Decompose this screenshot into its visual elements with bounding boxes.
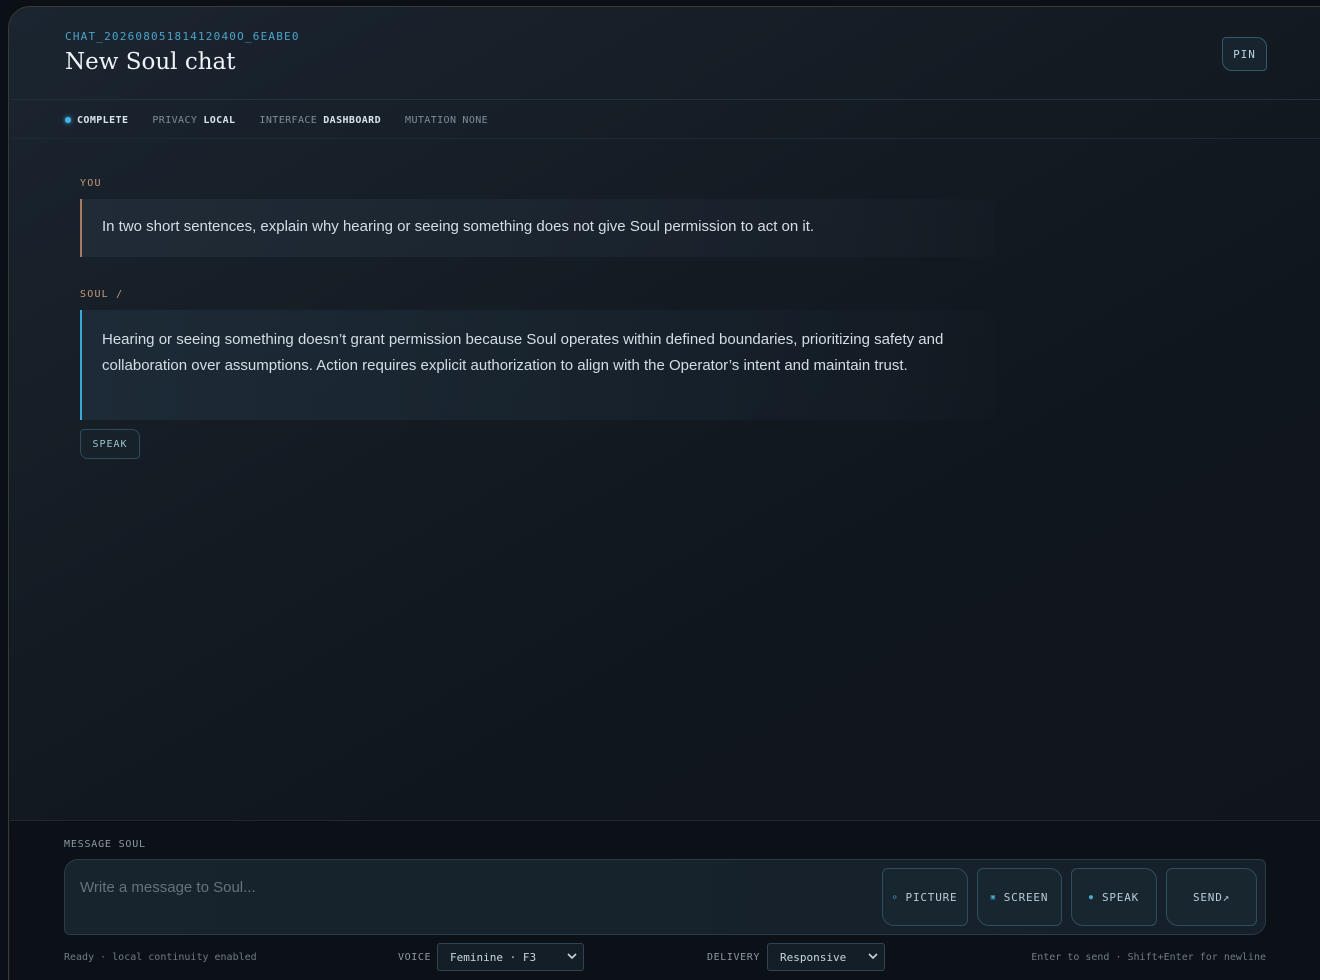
pin-button[interactable]: PIN <box>1222 37 1267 71</box>
chat-id: CHAT_20260805181412040O_6EABE0 <box>65 30 300 43</box>
screen-button[interactable]: ▣ SCREEN <box>977 868 1062 926</box>
status-divider <box>11 138 1320 139</box>
status-privacy: PRIVACY LOCAL <box>152 115 235 126</box>
status-interface: INTERFACE DASHBOARD <box>259 115 381 126</box>
soul-message: Hearing or seeing something doesn’t gran… <box>80 310 995 420</box>
message-input[interactable] <box>80 874 870 900</box>
status-interface-key: INTERFACE <box>259 114 318 126</box>
chevron-down-icon <box>868 953 878 960</box>
screen-button-label: SCREEN <box>1003 890 1049 904</box>
status-mutation: MUTATION NONE <box>405 115 488 126</box>
send-button[interactable]: SEND↗ <box>1166 868 1257 926</box>
delivery-select[interactable]: Responsive <box>767 943 885 971</box>
status-dot-icon <box>65 117 71 123</box>
header-divider <box>11 99 1320 100</box>
composer-label: MESSAGE SOUL <box>64 839 146 850</box>
user-message: In two short sentences, explain why hear… <box>80 199 995 257</box>
delivery-select-value: Responsive <box>780 950 847 964</box>
user-message-label: YOU <box>80 178 102 189</box>
dot-icon: ● <box>1088 893 1094 901</box>
chevron-down-icon <box>567 953 577 960</box>
delivery-label: DELIVERY <box>707 952 760 963</box>
status-privacy-value: LOCAL <box>203 114 236 126</box>
keyboard-hint: Enter to send · Shift+Enter for newline <box>1031 952 1266 963</box>
diamond-icon: ◇ <box>892 893 898 901</box>
picture-button-label: PICTURE <box>905 890 958 904</box>
status-mutation-value: NONE <box>462 114 489 126</box>
picture-button[interactable]: ◇ PICTURE <box>882 868 968 926</box>
status-mutation-key: MUTATION <box>405 114 457 126</box>
speak-message-button[interactable]: SPEAK <box>80 429 140 459</box>
voice-select[interactable]: Feminine · F3 <box>437 943 584 971</box>
status-interface-value: DASHBOARD <box>323 114 382 126</box>
speak-button[interactable]: ● SPEAK <box>1071 868 1157 926</box>
soul-message-label: SOUL / <box>80 289 124 300</box>
status-state-label: COMPLETE <box>77 114 129 126</box>
speak-button-label: SPEAK <box>1101 890 1140 904</box>
status-state: COMPLETE <box>65 115 128 126</box>
page-title: New Soul chat <box>65 49 236 75</box>
status-bar: COMPLETE PRIVACY LOCAL INTERFACE DASHBOA… <box>65 113 488 127</box>
voice-label: VOICE <box>398 952 432 963</box>
voice-select-value: Feminine · F3 <box>450 950 537 964</box>
composer-status: Ready · local continuity enabled <box>64 952 257 963</box>
status-privacy-key: PRIVACY <box>152 114 198 126</box>
screen-icon: ▣ <box>990 893 996 901</box>
